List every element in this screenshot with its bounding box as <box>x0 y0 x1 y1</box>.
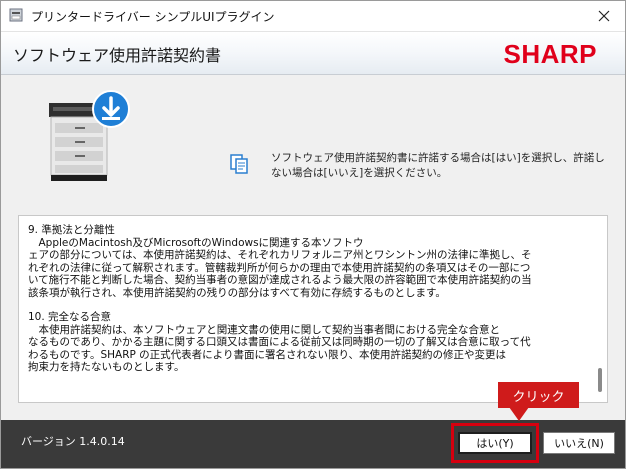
license-scrollbar[interactable] <box>595 218 605 400</box>
license-line: 本使用許諾契約は、本ソフトウェアと関連文書の使用に関して契約当事者間における完全… <box>28 323 500 336</box>
title-bar: プリンタードライバー シンプルUIプラグイン <box>1 1 625 31</box>
sharp-logo: SHARP <box>503 39 597 69</box>
printer-download-icon <box>49 90 130 181</box>
license-line: 9. 準拠法と分離性 <box>28 224 115 236</box>
license-line: 10. 完全なる合意 <box>28 311 112 323</box>
header-banner: ソフトウェア使用許諾契約書 SHARP <box>1 31 625 75</box>
version-label: バージョン 1.4.0.14 <box>21 435 125 448</box>
document-copy-icon <box>230 154 248 174</box>
close-button[interactable] <box>583 1 625 31</box>
printer-app-icon <box>9 8 23 22</box>
no-button[interactable]: いいえ(N) <box>543 432 615 454</box>
license-line: ェアの部分については、本使用許諾契約は、それぞれカリフォルニア州とワシントン州の… <box>28 249 532 261</box>
page-title: ソフトウェア使用許諾契約書 <box>13 46 222 65</box>
license-line: わるものです。SHARP の正式代表者により書面に署名されない限り、本使用許諾契… <box>28 348 507 361</box>
license-line: 拘束力を持たないものとします。 <box>28 361 185 373</box>
instruction-line-2: ない場合は[いいえ]を選択ください。 <box>271 167 448 179</box>
callout-arrow <box>509 407 529 421</box>
scrollbar-thumb[interactable] <box>598 368 602 392</box>
close-icon <box>598 10 610 22</box>
window-title: プリンタードライバー シンプルUIプラグイン <box>31 10 275 24</box>
license-dialog: プリンタードライバー シンプルUIプラグイン ソフトウェア使用許諾契約書 SHA… <box>0 0 626 469</box>
license-text: 9. 準拠法と分離性 AppleのMacintosh及びMicrosoftのWi… <box>28 224 588 374</box>
license-line: なるものであり、かかる主題に関する口頭又は書面による従前又は同時期の一切の了解又… <box>28 336 531 348</box>
instruction-text: ソフトウェア使用許諾契約書に許諾する場合は[はい]を選択し、許諾し ない場合は[… <box>271 151 606 181</box>
license-line: 該条項が執行され、本使用許諾契約の残りの部分はすべて有効に存続するものとします。 <box>28 286 446 299</box>
license-line: AppleのMacintosh及びMicrosoftのWindowsに関連する本… <box>28 236 364 249</box>
click-callout: クリック <box>498 382 579 408</box>
license-textbox[interactable]: 9. 準拠法と分離性 AppleのMacintosh及びMicrosoftのWi… <box>18 215 608 403</box>
license-line: れぞれの法律に従って解釈されます。管轄裁判所が何らかの理由で本使用許諾契約の条項… <box>28 261 531 274</box>
yes-button[interactable]: はい(Y) <box>458 432 532 454</box>
license-line: いて施行不能と判断した場合、契約当事者の意図が達成されるよう最大限の許容範囲で本… <box>28 274 532 286</box>
info-area: ソフトウェア使用許諾契約書に許諾する場合は[はい]を選択し、許諾し ない場合は[… <box>1 75 625 203</box>
instruction-line-1: ソフトウェア使用許諾契約書に許諾する場合は[はい]を選択し、許諾し <box>271 152 605 164</box>
